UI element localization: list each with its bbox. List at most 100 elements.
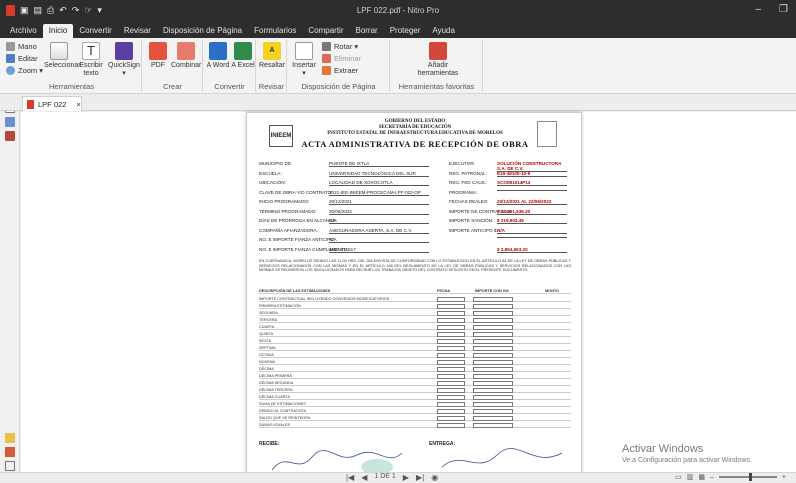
tab-borrar[interactable]: Borrar (349, 24, 383, 38)
seleccionar-button[interactable]: Seleccionar (44, 42, 81, 70)
group-label-revisar: Revisar (258, 82, 285, 91)
table-row: DÉCIMA PRIMERA (259, 374, 571, 379)
minimize-icon[interactable]: – (755, 4, 761, 15)
field-row: NO. E IMPORTE FIANZA ANTICIPO: N/A (259, 237, 571, 245)
table-row: QUINTA (259, 332, 571, 337)
row-amount-cell (473, 423, 513, 428)
row-description: TERCERA (259, 318, 278, 322)
table-row: PRIMERA ESTIMACIÓN (259, 304, 571, 309)
row-date-cell (437, 297, 465, 302)
row-amount-cell (473, 381, 513, 386)
tab-archivo[interactable]: Archivo (4, 24, 43, 38)
zoom-in-icon[interactable]: + (782, 474, 786, 481)
field-row: TÉRMINO PROGRAMADO: 20/06/2022 IMPORTE DE … (259, 209, 571, 217)
play-icon[interactable]: ◉ (431, 473, 438, 482)
row-date-cell (437, 353, 465, 358)
row-date-cell (437, 311, 465, 316)
table-row: SEXTA (259, 339, 571, 344)
mano-button[interactable]: Mano (6, 42, 37, 51)
table-row: DÉCIMA CUARTA (259, 395, 571, 400)
to-word-button[interactable]: A Word (206, 42, 230, 70)
row-amount-cell (473, 402, 513, 407)
field-label-2: IMPORTE SANCIÓN: (449, 218, 494, 223)
zoom-out-icon[interactable]: – (710, 474, 714, 481)
table-row: IMPORTE CONTRACTUAL INCLUYENDO CONVENIOS… (259, 297, 571, 302)
row-amount-cell (473, 318, 513, 323)
field-label-2: REG. PATRONAL: (449, 170, 487, 176)
quicksign-button[interactable]: QuickSign ▾ (108, 42, 140, 78)
row-amount-cell (473, 367, 513, 372)
rotar-button[interactable]: Rotar ▾ (322, 42, 358, 51)
th-fecha: FECHA (437, 289, 451, 293)
facing-view-icon[interactable]: ▦ (698, 473, 705, 481)
tab-close-icon[interactable]: × (76, 100, 80, 109)
continuous-view-icon[interactable]: ▥ (687, 473, 694, 481)
anadir-herramientas-button[interactable]: Añadir herramientas (413, 42, 463, 78)
group-label-disposicion: Disposición de Página (301, 82, 376, 91)
next-page-icon[interactable]: ▶ (403, 473, 409, 482)
prev-page-icon[interactable]: ◀ (361, 473, 367, 482)
eliminar-button[interactable]: Eliminar (322, 54, 361, 63)
field-value-2: SCO081014P14 (497, 180, 567, 186)
title-bar: ▣ ▤ ⎙ ↶ ↷ ☞ ▾ LPF 022.pdf - Nitro Pro – … (0, 0, 796, 22)
field-label: INICIO PROGRAMADO: (259, 199, 310, 204)
pdf-button[interactable]: PDF (146, 42, 170, 70)
to-excel-button[interactable]: A Excel (231, 42, 255, 70)
row-date-cell (437, 402, 465, 407)
zoom-button[interactable]: Zoom ▾ (6, 66, 43, 75)
tab-disposicion[interactable]: Disposición de Página (157, 24, 248, 38)
row-description: QUINTA (259, 332, 274, 336)
tab-ayuda[interactable]: Ayuda (426, 24, 461, 38)
table-row: SÉPTIMA (259, 346, 571, 351)
zoom-slider-knob[interactable] (748, 473, 752, 481)
resaltar-button[interactable]: A Resaltar (259, 42, 285, 70)
field-value-2: $ 219,903.45 (497, 218, 567, 224)
zoom-slider[interactable] (718, 473, 777, 481)
escribir-texto-button[interactable]: T Escribir texto (76, 42, 106, 78)
row-amount-cell (473, 353, 513, 358)
first-page-icon[interactable]: |◀ (346, 473, 354, 482)
tab-proteger[interactable]: Proteger (384, 24, 427, 38)
field-label: NO. E IMPORTE FIANZA ANTICIPO: (259, 237, 335, 242)
insertar-button[interactable]: Insertar ▾ (290, 42, 318, 78)
tab-formularios[interactable]: Formularios (248, 24, 302, 38)
table-row: NOVENA (259, 360, 571, 365)
editar-button[interactable]: Editar (6, 54, 38, 63)
comments-icon[interactable] (5, 433, 15, 443)
field-label: UBICACIÓN: (259, 180, 286, 185)
tab-compartir[interactable]: Compartir (302, 24, 349, 38)
row-description: PRIMERA ESTIMACIÓN (259, 304, 301, 308)
group-label-crear: Crear (163, 82, 182, 91)
row-description: DÉCIMA TERCERA (259, 388, 293, 392)
combinar-button[interactable]: Combinar (171, 42, 201, 70)
table-row: SEGUNDA (259, 311, 571, 316)
row-date-cell (437, 367, 465, 372)
last-page-icon[interactable]: ▶| (416, 473, 424, 482)
window-title: LPF 022.pdf - Nitro Pro (356, 6, 440, 15)
page-navigation: |◀ ◀ 1 DE 1 ▶ ▶| ◉ (346, 473, 438, 482)
field-value: UNIVERSIDAD TECNOLÓGICA DEL SUR (329, 171, 429, 177)
add-tool-icon (429, 42, 447, 60)
restore-icon[interactable]: ❐ (779, 4, 788, 15)
field-value-2: 20/12/2021 AL 22/06/2022 (497, 199, 567, 205)
extraer-button[interactable]: Extraer (322, 66, 358, 75)
tab-inicio[interactable]: Inicio (42, 24, 74, 38)
signature-pen-icon (115, 42, 133, 60)
table-row: DEBIDO AL CONTRATISTA (259, 409, 571, 414)
output-icon[interactable] (5, 447, 15, 457)
table-row: DÉCIMA (259, 367, 571, 372)
th-descripcion: DESCRIPCIÓN DE LAS ESTIMACIONES (259, 289, 331, 293)
row-description: DÉCIMA SEGUNDA (259, 381, 294, 385)
document-tab[interactable]: LPF 022 × (22, 96, 82, 111)
tab-revisar[interactable]: Revisar (118, 24, 157, 38)
row-date-cell (437, 395, 465, 400)
bookmarks-icon[interactable] (5, 117, 15, 127)
field-row: UBICACIÓN: LOCALIDAD DE XOXOCOTLA REG. FED… (259, 180, 571, 188)
single-page-view-icon[interactable]: ▭ (675, 473, 682, 481)
field-row: ESCUELA: UNIVERSIDAD TECNOLÓGICA DEL SUR R… (259, 171, 571, 179)
properties-icon[interactable] (5, 461, 15, 471)
tab-convertir[interactable]: Convertir (73, 24, 117, 38)
row-description: SALDO QUE SE REINTEGRA (259, 416, 311, 420)
zoom-controls: ▭ ▥ ▦ – + (675, 473, 786, 481)
attachments-icon[interactable] (5, 131, 15, 141)
